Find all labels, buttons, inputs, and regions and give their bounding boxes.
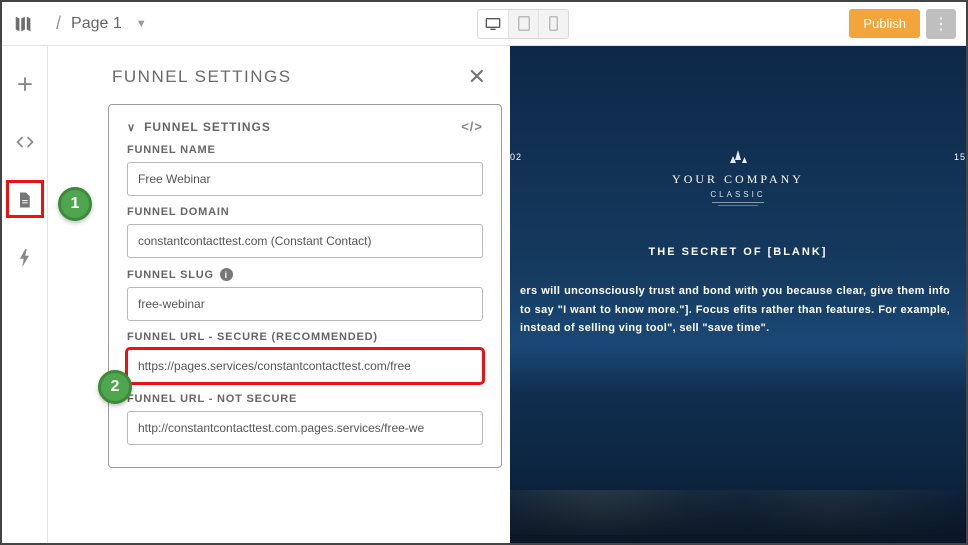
left-rail bbox=[2, 46, 48, 543]
close-icon[interactable]: ✕ bbox=[468, 64, 486, 90]
funnel-url-notsecure-input[interactable] bbox=[127, 411, 483, 445]
rail-bolt-icon[interactable] bbox=[11, 244, 39, 272]
chevron-down-icon[interactable]: ∨ bbox=[127, 122, 136, 134]
rail-add-icon[interactable] bbox=[11, 70, 39, 98]
device-desktop-icon[interactable] bbox=[478, 10, 508, 38]
funnel-slug-label-text: FUNNEL SLUG bbox=[127, 269, 214, 281]
device-switcher bbox=[477, 9, 569, 39]
app-logo-icon[interactable] bbox=[2, 2, 46, 46]
funnel-domain-input[interactable] bbox=[127, 224, 483, 258]
preview-date: 02 15 bbox=[510, 146, 966, 168]
publish-button[interactable]: Publish bbox=[849, 9, 920, 38]
funnel-domain-label: FUNNEL DOMAIN bbox=[127, 206, 483, 218]
funnel-name-input[interactable] bbox=[127, 162, 483, 196]
panel-title: FUNNEL SETTINGS bbox=[112, 67, 292, 87]
funnel-slug-label: FUNNEL SLUG i bbox=[127, 268, 483, 281]
funnel-name-label: FUNNEL NAME bbox=[127, 144, 483, 156]
preview-body: ers will unconsciously trust and bond wi… bbox=[520, 282, 950, 338]
breadcrumb-page[interactable]: Page 1 bbox=[71, 15, 122, 33]
preview-company: YOUR COMPANY bbox=[510, 172, 966, 187]
preview-headline: THE SECRET OF [BLANK] bbox=[510, 246, 966, 258]
info-icon[interactable]: i bbox=[220, 268, 233, 281]
device-tablet-icon[interactable] bbox=[508, 10, 538, 38]
funnel-slug-input[interactable] bbox=[127, 287, 483, 321]
section-title: FUNNEL SETTINGS bbox=[144, 120, 271, 134]
preview-date-left: 02 bbox=[510, 152, 522, 162]
page-preview: 02 15 YOUR COMPANY CLASSIC THE SECRET OF… bbox=[510, 46, 966, 543]
section-code-icon[interactable]: </> bbox=[461, 119, 483, 134]
device-mobile-icon[interactable] bbox=[538, 10, 568, 38]
funnel-url-secure-label: FUNNEL URL - SECURE (RECOMMENDED) bbox=[127, 331, 483, 343]
funnel-url-secure-input[interactable] bbox=[127, 349, 483, 383]
preview-classic: CLASSIC bbox=[510, 190, 966, 199]
more-menu-button[interactable]: ⋮ bbox=[926, 9, 956, 39]
trees-icon bbox=[725, 146, 751, 164]
callout-2: 2 bbox=[98, 370, 132, 404]
rail-code-icon[interactable] bbox=[11, 128, 39, 156]
settings-panel: FUNNEL SETTINGS ✕ ∨ FUNNEL SETTINGS </> F… bbox=[48, 46, 510, 543]
callout-1: 1 bbox=[58, 187, 92, 221]
preview-date-right: 15 bbox=[954, 152, 966, 162]
rail-page-icon[interactable] bbox=[11, 186, 39, 214]
breadcrumb-separator: / bbox=[56, 13, 61, 34]
topbar: / Page 1 ▼ Publish ⋮ bbox=[2, 2, 966, 46]
funnel-url-notsecure-label: FUNNEL URL - NOT SECURE bbox=[127, 393, 483, 405]
breadcrumb-caret-icon[interactable]: ▼ bbox=[136, 18, 147, 30]
